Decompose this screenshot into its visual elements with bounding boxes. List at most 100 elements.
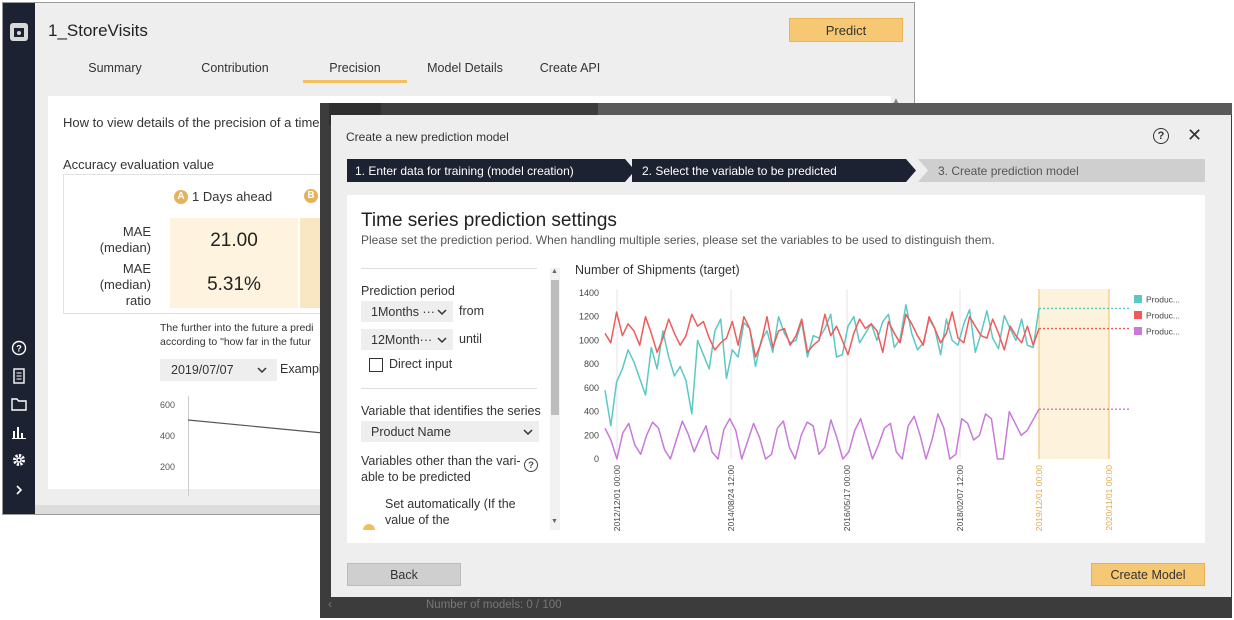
- y-tick-label: 1400: [579, 288, 599, 298]
- until-label: until: [459, 332, 482, 346]
- x-tick-label: 2018/02/07 12:00: [955, 465, 965, 531]
- app-title: 1_StoreVisits: [48, 21, 148, 40]
- mini-chart-line: [188, 419, 324, 434]
- dialog-title: Create a new prediction model: [346, 130, 509, 144]
- step-2[interactable]: 2. Select the variable to be predicted: [632, 159, 916, 182]
- y-tick-label: 400: [584, 407, 599, 417]
- prediction-region: [1039, 289, 1109, 459]
- scrollbar-thumb[interactable]: [551, 280, 559, 415]
- y-tick-label: 200: [584, 430, 599, 440]
- panel-heading: Time series prediction settings: [361, 210, 617, 231]
- left-nav-rail: ?: [3, 3, 35, 514]
- y-tick-label: 600: [584, 383, 599, 393]
- series-line: [604, 408, 1040, 460]
- chevron-down-icon: [437, 336, 447, 343]
- divider: [361, 388, 537, 389]
- x-tick-label: 2019/12/01 00:00: [1034, 465, 1044, 531]
- shipments-chart: 2012/12/01 00:00 2014/08/24 12:00 2016/05/…: [579, 288, 1180, 531]
- series-variable-select[interactable]: Product Name: [361, 421, 539, 442]
- legend-swatch: [1134, 311, 1142, 319]
- chevron-down-icon: [257, 367, 267, 374]
- help-icon[interactable]: ?: [1153, 128, 1169, 144]
- set-automatically-radio[interactable]: [363, 524, 375, 530]
- x-tick-label: 2012/12/01 00:00: [612, 465, 622, 531]
- series-variable-label: Variable that identifies the series: [361, 404, 541, 418]
- set-automatically-label: Set automatically (If the value of the: [385, 497, 516, 527]
- help-icon[interactable]: ?: [10, 339, 28, 357]
- mini-chart-y-label: 200: [160, 462, 176, 472]
- overlay-chevron-left-icon: ‹: [328, 597, 332, 611]
- legend-label: Produc...: [1146, 327, 1180, 337]
- models-count: Number of models: 0 / 100: [426, 599, 562, 611]
- tab-contribution[interactable]: Contribution: [175, 61, 295, 83]
- create-model-dialog: Create a new prediction model ? ✕ 1. Ent…: [331, 115, 1231, 597]
- tab-create-api[interactable]: Create API: [515, 61, 625, 83]
- mini-chart-y-label: 600: [160, 400, 176, 410]
- badge-b: B: [304, 189, 318, 203]
- panel-subheading: Please set the prediction period. When h…: [361, 233, 995, 247]
- step-3: 3. Create prediction model: [918, 159, 1205, 182]
- tab-model-details[interactable]: Model Details: [415, 61, 515, 83]
- further-text-line: according to "how far in the futur: [160, 336, 311, 348]
- from-label: from: [459, 304, 484, 318]
- settings-panel: Time series prediction settings Please s…: [347, 195, 1205, 543]
- period-from-select[interactable]: 1Months ···: [361, 301, 453, 322]
- back-button[interactable]: Back: [347, 563, 461, 586]
- y-tick-label: 800: [584, 359, 599, 369]
- legend-swatch: [1134, 295, 1142, 303]
- date-select-value: 2019/07/07: [171, 363, 234, 377]
- create-model-button[interactable]: Create Model: [1091, 563, 1205, 586]
- period-from-value: 1Months ···: [371, 304, 435, 319]
- date-select[interactable]: 2019/07/07: [160, 359, 277, 381]
- period-until-value: 12Month···: [371, 332, 433, 347]
- prediction-period-label: Prediction period: [361, 284, 455, 298]
- metric-value: 21.00: [170, 218, 298, 264]
- legend-label: Produc...: [1146, 295, 1180, 305]
- chevron-down-icon: [437, 308, 447, 315]
- chevron-right-icon[interactable]: [10, 481, 28, 499]
- overlay-shadow: [598, 103, 1232, 115]
- document-icon[interactable]: [10, 367, 28, 385]
- mini-chart-y-label: 400: [160, 431, 176, 441]
- period-until-select[interactable]: 12Month···: [361, 329, 453, 350]
- app-logo-icon[interactable]: [10, 23, 28, 41]
- howto-text: How to view details of the precision of …: [63, 115, 337, 130]
- close-icon[interactable]: ✕: [1187, 125, 1202, 145]
- accuracy-label: Accuracy evaluation value: [63, 157, 215, 172]
- x-tick-label: 2014/08/24 12:00: [726, 465, 736, 531]
- further-text: The further into the future a predi acco…: [160, 321, 314, 349]
- direct-input-checkbox[interactable]: [369, 358, 383, 372]
- badge-a: A: [174, 189, 188, 204]
- predict-button[interactable]: Predict: [789, 18, 903, 42]
- legend-label: Produc...: [1146, 311, 1180, 321]
- further-text-line: The further into the future a predi: [160, 322, 314, 334]
- days-ahead-label: 1 Days ahead: [192, 189, 273, 204]
- modal-overlay: ‹ Number of models: 0 / 100 Create a new…: [320, 103, 1232, 618]
- bg-tab-bar: Summary Contribution Precision Model Det…: [55, 61, 625, 83]
- legend-swatch: [1134, 327, 1142, 335]
- x-tick-label: 2016/05/17 00:00: [842, 465, 852, 531]
- settings-column: Prediction period 1Months ··· from 12Mon…: [361, 268, 551, 530]
- scroll-down-arrow[interactable]: ▼: [551, 518, 558, 525]
- bar-chart-icon[interactable]: [10, 423, 28, 441]
- metric-name: MAE (median) ratio: [99, 261, 151, 308]
- x-tick-label: 2020/11/01 00:00: [1104, 465, 1114, 531]
- step-1[interactable]: 1. Enter data for training (model creati…: [347, 159, 635, 182]
- gear-icon[interactable]: [10, 451, 28, 469]
- metric-name: MAE (median): [99, 224, 151, 255]
- chart-title: Number of Shipments (target): [575, 263, 740, 277]
- direct-input-label: Direct input: [389, 357, 453, 371]
- series-variable-value: Product Name: [371, 424, 451, 439]
- scroll-up-arrow[interactable]: ▲: [551, 268, 558, 275]
- other-variables-label: Variables other than the vari-able to be…: [361, 454, 521, 484]
- tab-summary[interactable]: Summary: [55, 61, 175, 83]
- accuracy-table: A 1 Days ahead B MAE (median) 21.00 MAE …: [63, 174, 364, 314]
- folder-icon[interactable]: [10, 395, 28, 413]
- metric-value: 5.31%: [170, 262, 298, 308]
- help-icon[interactable]: ?: [524, 458, 538, 472]
- svg-text:?: ?: [16, 344, 22, 354]
- y-tick-label: 1000: [579, 335, 599, 345]
- y-tick-label: 0: [594, 454, 599, 464]
- settings-scrollbar[interactable]: ▲ ▼: [550, 268, 560, 530]
- tab-precision[interactable]: Precision: [303, 61, 407, 83]
